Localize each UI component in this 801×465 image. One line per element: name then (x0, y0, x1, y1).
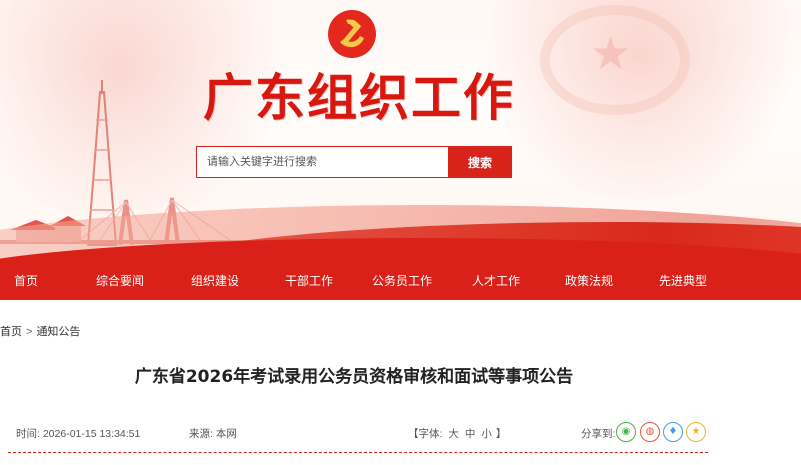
article-title: 广东省2026年考试录用公务员资格审核和面试等事项公告 (134, 367, 574, 387)
share-label: 分享到: (581, 428, 616, 440)
font-size-open: 【字体: (408, 428, 443, 440)
breadcrumb-home[interactable]: 首页 (0, 323, 22, 339)
nav-item-civil-servant[interactable]: 公务员工作 (372, 262, 432, 300)
article-source: 来源: 本网 (189, 426, 237, 441)
nav-item-models[interactable]: 先进典型 (659, 262, 707, 300)
font-size-medium[interactable]: 中 (465, 426, 476, 441)
breadcrumb-current[interactable]: 通知公告 (36, 323, 80, 339)
qq-icon[interactable]: ♦ (663, 422, 683, 442)
source-value: 本网 (215, 428, 237, 440)
star-icon: ★ (590, 26, 632, 80)
nav-item-news[interactable]: 综合要闻 (96, 262, 144, 300)
font-size-small[interactable]: 小 (481, 426, 492, 441)
weibo-icon[interactable]: ◍ (640, 422, 660, 442)
divider (8, 452, 708, 453)
breadcrumb-separator: > (26, 326, 33, 338)
nav-item-policy[interactable]: 政策法规 (565, 262, 613, 300)
nav-item-talent[interactable]: 人才工作 (472, 262, 520, 300)
font-size-control: 【字体: 大中小】 (408, 426, 506, 441)
wechat-icon[interactable]: ◉ (616, 422, 636, 442)
publish-time-label: 时间: (16, 428, 40, 440)
font-size-close: 】 (495, 428, 507, 440)
source-label: 来源: (189, 428, 213, 440)
nav-item-cadre[interactable]: 干部工作 (285, 262, 333, 300)
site-title: 广东组织工作 (203, 68, 515, 127)
search-button[interactable]: 搜索 (448, 146, 512, 178)
main-nav: 首页 综合要闻 组织建设 干部工作 公务员工作 人才工作 政策法规 先进典型 (0, 262, 801, 300)
font-size-large[interactable]: 大 (448, 426, 459, 441)
breadcrumb: 首页 > 通知公告 (0, 323, 80, 339)
search-input[interactable] (196, 146, 449, 178)
nav-item-home[interactable]: 首页 (14, 262, 38, 300)
publish-time: 时间: 2026-01-15 13:34:51 (16, 426, 140, 441)
party-emblem-icon (328, 10, 376, 58)
header-banner: ★ 广东组织工作 搜索 (0, 0, 801, 262)
publish-time-value: 2026-01-15 13:34:51 (42, 428, 141, 440)
qzone-icon[interactable]: ★ (686, 422, 706, 442)
nav-item-organization[interactable]: 组织建设 (191, 262, 239, 300)
